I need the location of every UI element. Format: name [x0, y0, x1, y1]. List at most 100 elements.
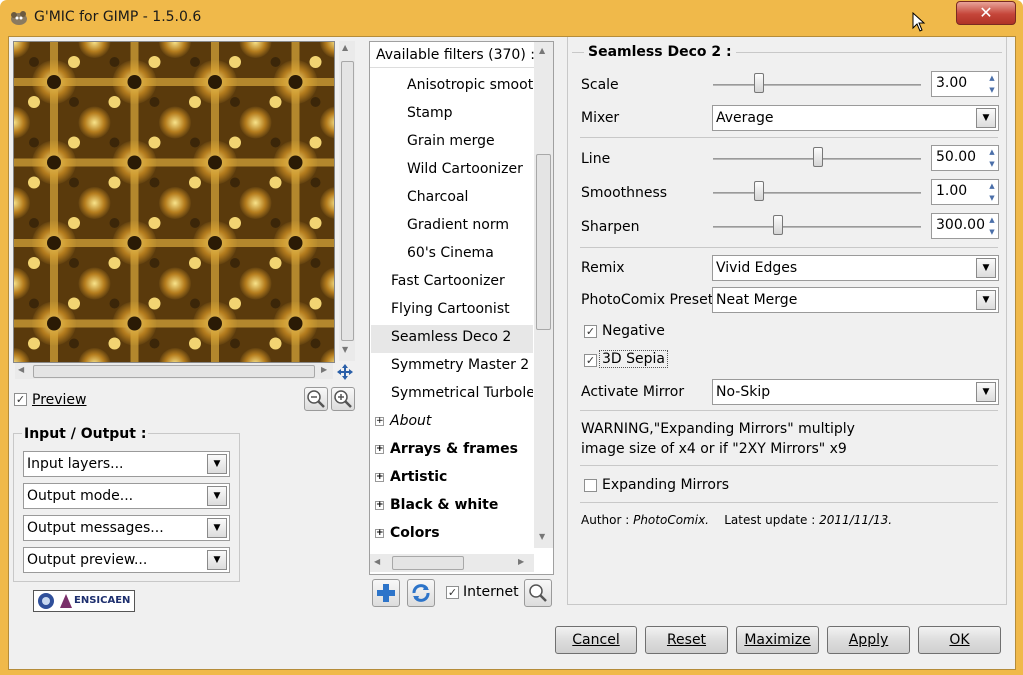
apply-button[interactable]: Apply — [827, 626, 910, 654]
category-black-white[interactable]: + Black & white — [375, 497, 498, 513]
spin-arrows-icon[interactable]: ▲ ▼ — [986, 146, 998, 170]
scale-slider-handle[interactable] — [754, 73, 764, 93]
expand-icon[interactable]: + — [375, 444, 384, 454]
move-icon[interactable] — [337, 364, 353, 380]
chevron-down-icon[interactable]: ▼ — [976, 258, 996, 278]
filter-item[interactable]: Gradient norm — [407, 217, 509, 233]
category-arrays-frames[interactable]: + Arrays & frames — [375, 441, 518, 457]
sharpen-value: 300.00 — [936, 217, 985, 233]
mixer-combo[interactable]: Average ▼ — [712, 105, 999, 131]
remix-combo[interactable]: Vivid Edges ▼ — [712, 255, 999, 281]
separator — [580, 502, 998, 503]
ok-button[interactable]: OK — [918, 626, 1001, 654]
scroll-down-icon[interactable]: ▼ — [342, 345, 348, 354]
output-messages-combo[interactable]: Output messages... ▼ — [23, 515, 230, 541]
filter-vscroll-thumb[interactable] — [536, 154, 551, 330]
filter-item[interactable]: Symmetry Master 2 — [391, 357, 529, 373]
combo-value: Vivid Edges — [716, 260, 798, 276]
filter-item[interactable]: Stamp — [407, 105, 452, 121]
expand-icon[interactable]: + — [375, 500, 384, 510]
smoothness-spinbox[interactable]: 1.00 ▲ ▼ — [931, 179, 999, 205]
smoothness-slider-handle[interactable] — [754, 181, 764, 201]
chevron-down-icon[interactable]: ▼ — [207, 454, 227, 474]
expanding-mirrors-checkbox[interactable] — [584, 479, 597, 492]
input-output-title: Input / Output : — [22, 426, 149, 442]
preset-combo[interactable]: Neat Merge ▼ — [712, 287, 999, 313]
expand-icon[interactable]: + — [375, 416, 384, 426]
spin-arrows-icon[interactable]: ▲ ▼ — [986, 72, 998, 96]
chevron-down-icon[interactable]: ▼ — [976, 290, 996, 310]
filter-item[interactable]: Grain merge — [407, 133, 495, 149]
filter-item[interactable]: 60's Cinema — [407, 245, 494, 261]
expand-icon[interactable]: + — [375, 472, 384, 482]
reset-button[interactable]: Reset — [645, 626, 728, 654]
negative-checkbox[interactable]: ✓ — [584, 325, 597, 338]
scroll-right-icon[interactable]: ▶ — [321, 365, 327, 374]
filter-title: Seamless Deco 2 : — [584, 44, 736, 60]
scroll-up-icon[interactable]: ▲ — [342, 43, 348, 52]
input-layers-combo[interactable]: Input layers... ▼ — [23, 451, 230, 477]
preview-image[interactable] — [13, 41, 335, 363]
scroll-left-icon[interactable]: ◀ — [18, 365, 24, 374]
ensicaen-logo[interactable]: ENSICAEN — [33, 590, 135, 612]
filter-item[interactable]: Anisotropic smoothing — [407, 77, 533, 93]
spin-arrows-icon[interactable]: ▲ ▼ — [986, 214, 998, 238]
filter-hscroll-thumb[interactable] — [392, 556, 464, 570]
sharpen-slider-handle[interactable] — [773, 215, 783, 235]
zoom-out-button[interactable] — [304, 387, 328, 411]
category-label: Black & white — [390, 497, 499, 513]
filter-item-selected[interactable]: Seamless Deco 2 — [391, 329, 511, 345]
internet-checkbox[interactable]: ✓ — [446, 586, 459, 599]
category-colors[interactable]: + Colors — [375, 525, 440, 541]
filter-item[interactable]: Wild Cartoonizer — [407, 161, 523, 177]
chevron-down-icon[interactable]: ▼ — [207, 486, 227, 506]
smoothness-slider-track[interactable] — [713, 192, 921, 194]
refresh-filters-button[interactable] — [407, 579, 435, 607]
preview-hscroll-thumb[interactable] — [33, 365, 315, 378]
remix-label: Remix — [581, 260, 625, 276]
spin-arrows-icon[interactable]: ▲ ▼ — [986, 180, 998, 204]
sharpen-spinbox[interactable]: 300.00 ▲ ▼ — [931, 213, 999, 239]
sepia-checkbox[interactable]: ✓ — [584, 354, 597, 367]
gimp-app-icon — [11, 11, 27, 25]
category-about[interactable]: + About — [375, 413, 431, 429]
filter-item[interactable]: Charcoal — [407, 189, 468, 205]
maximize-button[interactable]: Maximize — [736, 626, 819, 654]
cancel-button[interactable]: Cancel — [555, 626, 637, 654]
filter-horizontal-scrollbar[interactable]: ◀ ▶ — [370, 554, 534, 572]
zoom-in-button[interactable] — [331, 387, 355, 411]
filter-tree[interactable]: Available filters (370) : Anisotropic sm… — [369, 41, 554, 575]
filter-item[interactable]: Fast Cartoonizer — [391, 273, 505, 289]
mirror-combo[interactable]: No-Skip ▼ — [712, 379, 999, 405]
scroll-left-icon[interactable]: ◀ — [374, 557, 380, 566]
expand-icon[interactable]: + — [375, 528, 384, 538]
scale-spinbox[interactable]: 3.00 ▲ ▼ — [931, 71, 999, 97]
chevron-down-icon[interactable]: ▼ — [976, 108, 996, 128]
preview-vscroll-thumb[interactable] — [341, 61, 354, 341]
output-preview-combo[interactable]: Output preview... ▼ — [23, 547, 230, 573]
preview-vertical-scrollbar[interactable]: ▲ ▼ — [339, 41, 355, 361]
filter-item[interactable]: Flying Cartoonist — [391, 301, 510, 317]
line-spinbox[interactable]: 50.00 ▲ ▼ — [931, 145, 999, 171]
output-mode-combo[interactable]: Output mode... ▼ — [23, 483, 230, 509]
chevron-down-icon[interactable]: ▼ — [207, 518, 227, 538]
scroll-right-icon[interactable]: ▶ — [518, 557, 524, 566]
preview-horizontal-scrollbar[interactable]: ◀ ▶ — [15, 363, 333, 379]
filter-item[interactable]: Symmetrical Turbolence — [391, 385, 533, 401]
category-artistic[interactable]: + Artistic — [375, 469, 447, 485]
sharpen-slider-track[interactable] — [713, 226, 921, 228]
chevron-down-icon[interactable]: ▼ — [207, 550, 227, 570]
preview-checkbox[interactable]: ✓ — [14, 393, 27, 406]
search-filters-button[interactable] — [524, 579, 552, 607]
category-label: Colors — [390, 525, 440, 541]
chevron-down-icon[interactable]: ▼ — [976, 382, 996, 402]
filter-vertical-scrollbar[interactable]: ▲ ▼ — [534, 42, 553, 548]
scroll-up-icon[interactable]: ▲ — [539, 46, 545, 55]
scale-slider-track[interactable] — [713, 84, 921, 86]
mirror-label: Activate Mirror — [581, 384, 685, 400]
title-bar[interactable]: G'MIC for GIMP - 1.5.0.6 ✕ — [0, 0, 1023, 36]
close-button[interactable]: ✕ — [956, 1, 1016, 25]
scroll-down-icon[interactable]: ▼ — [539, 532, 545, 541]
line-slider-handle[interactable] — [813, 147, 823, 167]
add-filter-button[interactable] — [372, 579, 400, 607]
